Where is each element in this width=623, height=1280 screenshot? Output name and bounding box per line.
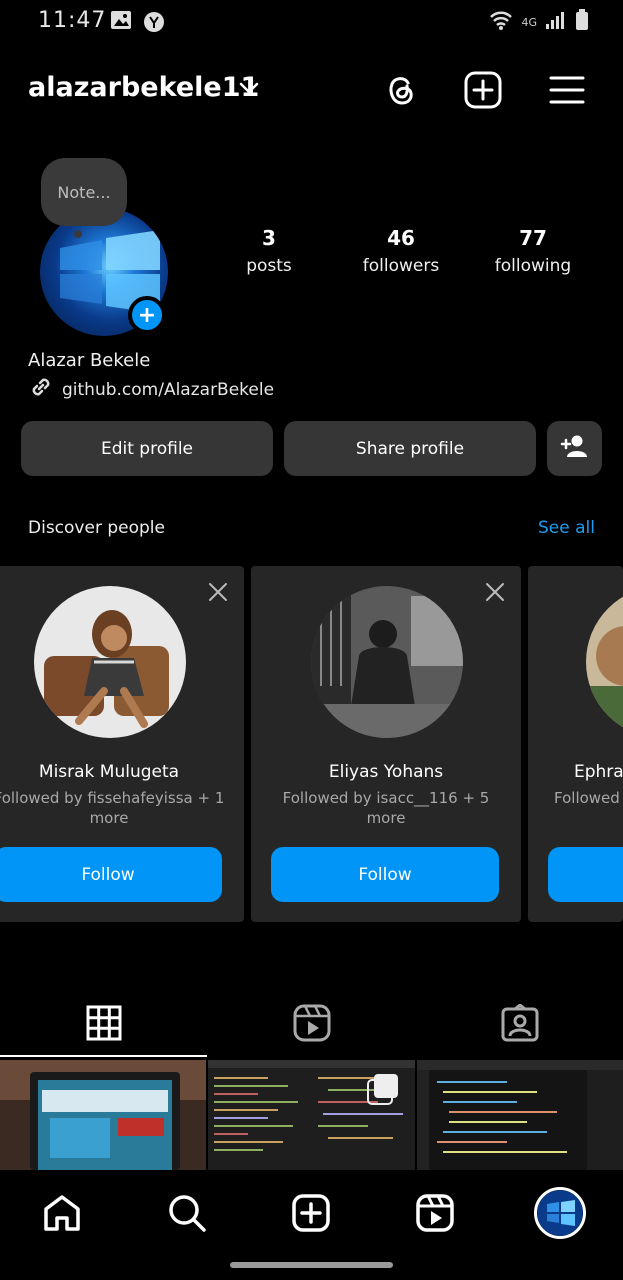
home-indicator [230, 1262, 393, 1268]
add-story-button[interactable]: + [128, 296, 166, 334]
suggestion-card[interactable]: Misrak Mulugeta Followed by fissehafeyis… [0, 566, 244, 922]
create-icon[interactable] [286, 1188, 336, 1238]
create-post-icon[interactable] [463, 70, 503, 110]
full-name: Alazar Bekele [28, 350, 151, 371]
suggestion-mutuals: Followed by isacc__116 + 5 more [282, 789, 490, 827]
wifi-icon [489, 9, 513, 35]
reels-icon [293, 1004, 331, 1046]
tab-reels[interactable] [208, 994, 415, 1056]
gallery-icon [110, 10, 132, 34]
discover-people-title: Discover people [28, 518, 165, 538]
stat-posts-label: posts [246, 256, 292, 276]
posts-grid [0, 1060, 623, 1170]
grid-icon [86, 1005, 122, 1045]
suggestion-card[interactable]: Ephra Followed b Follow [528, 566, 623, 922]
suggestion-name: Misrak Mulugeta [38, 762, 180, 782]
note-bubble[interactable]: Note... [41, 158, 127, 226]
threads-icon[interactable] [381, 70, 421, 110]
search-icon[interactable] [162, 1188, 212, 1238]
share-profile-button[interactable]: Share profile [284, 421, 536, 476]
chevron-down-icon[interactable] [238, 80, 260, 99]
stat-posts-value: 3 [262, 226, 276, 250]
network-type: 4G [521, 15, 537, 29]
suggestion-avatar[interactable] [34, 586, 186, 738]
app-status-icon [142, 10, 166, 38]
username[interactable]: alazarbekele11 [28, 72, 259, 103]
add-person-button[interactable] [547, 421, 602, 476]
stat-followers-label: followers [362, 256, 440, 276]
follow-button[interactable]: Follow [271, 847, 499, 902]
stat-followers[interactable]: 46 followers [341, 226, 461, 276]
follow-button[interactable]: Follow [548, 847, 623, 902]
profile-tabs [0, 994, 623, 1056]
suggestion-name: Eliyas Yohans [328, 762, 444, 782]
close-icon[interactable] [485, 582, 505, 606]
tab-tagged[interactable] [416, 994, 623, 1056]
profile-header: alazarbekele11 [0, 62, 623, 120]
stat-following-value: 77 [519, 226, 547, 250]
suggestion-name: Ephra [574, 762, 623, 782]
link-icon [28, 374, 54, 405]
post-thumbnail[interactable] [208, 1060, 415, 1170]
battery-icon [575, 9, 589, 35]
suggestion-mutuals: Followed b [554, 789, 623, 807]
close-icon[interactable] [208, 582, 228, 606]
profile-nav-avatar[interactable] [534, 1187, 586, 1239]
link-text: github.com/AlazarBekele [62, 379, 275, 400]
stat-following[interactable]: 77 following [473, 226, 593, 276]
menu-icon[interactable] [547, 70, 587, 110]
active-tab-indicator [0, 1055, 207, 1057]
post-thumbnail[interactable] [0, 1060, 207, 1170]
edit-profile-button[interactable]: Edit profile [21, 421, 273, 476]
post-thumbnail[interactable] [416, 1060, 623, 1170]
reels-nav-icon[interactable] [410, 1188, 460, 1238]
profile-avatar[interactable]: + [40, 208, 168, 336]
stat-posts[interactable]: 3 posts [209, 226, 329, 276]
tab-grid[interactable] [0, 994, 207, 1056]
suggestion-avatar[interactable] [311, 586, 463, 738]
note-bubble-tail [74, 230, 82, 238]
suggestion-mutuals: Followed by fissehafeyissa + 1 more [0, 789, 225, 827]
tagged-icon [501, 1003, 539, 1046]
signal-icon [545, 10, 567, 34]
stat-following-label: following [494, 256, 572, 276]
see-all-link[interactable]: See all [538, 518, 595, 538]
status-time: 11:47 [38, 8, 107, 33]
follow-button[interactable]: Follow [0, 847, 222, 902]
suggestion-card[interactable]: Eliyas Yohans Followed by isacc__116 + 5… [251, 566, 521, 922]
home-icon[interactable] [37, 1188, 87, 1238]
status-bar: 11:47 4G [0, 0, 623, 44]
profile-link[interactable]: github.com/AlazarBekele [28, 374, 274, 405]
suggestion-avatar[interactable] [586, 586, 623, 738]
stat-followers-value: 46 [387, 226, 415, 250]
add-person-icon [560, 434, 590, 463]
